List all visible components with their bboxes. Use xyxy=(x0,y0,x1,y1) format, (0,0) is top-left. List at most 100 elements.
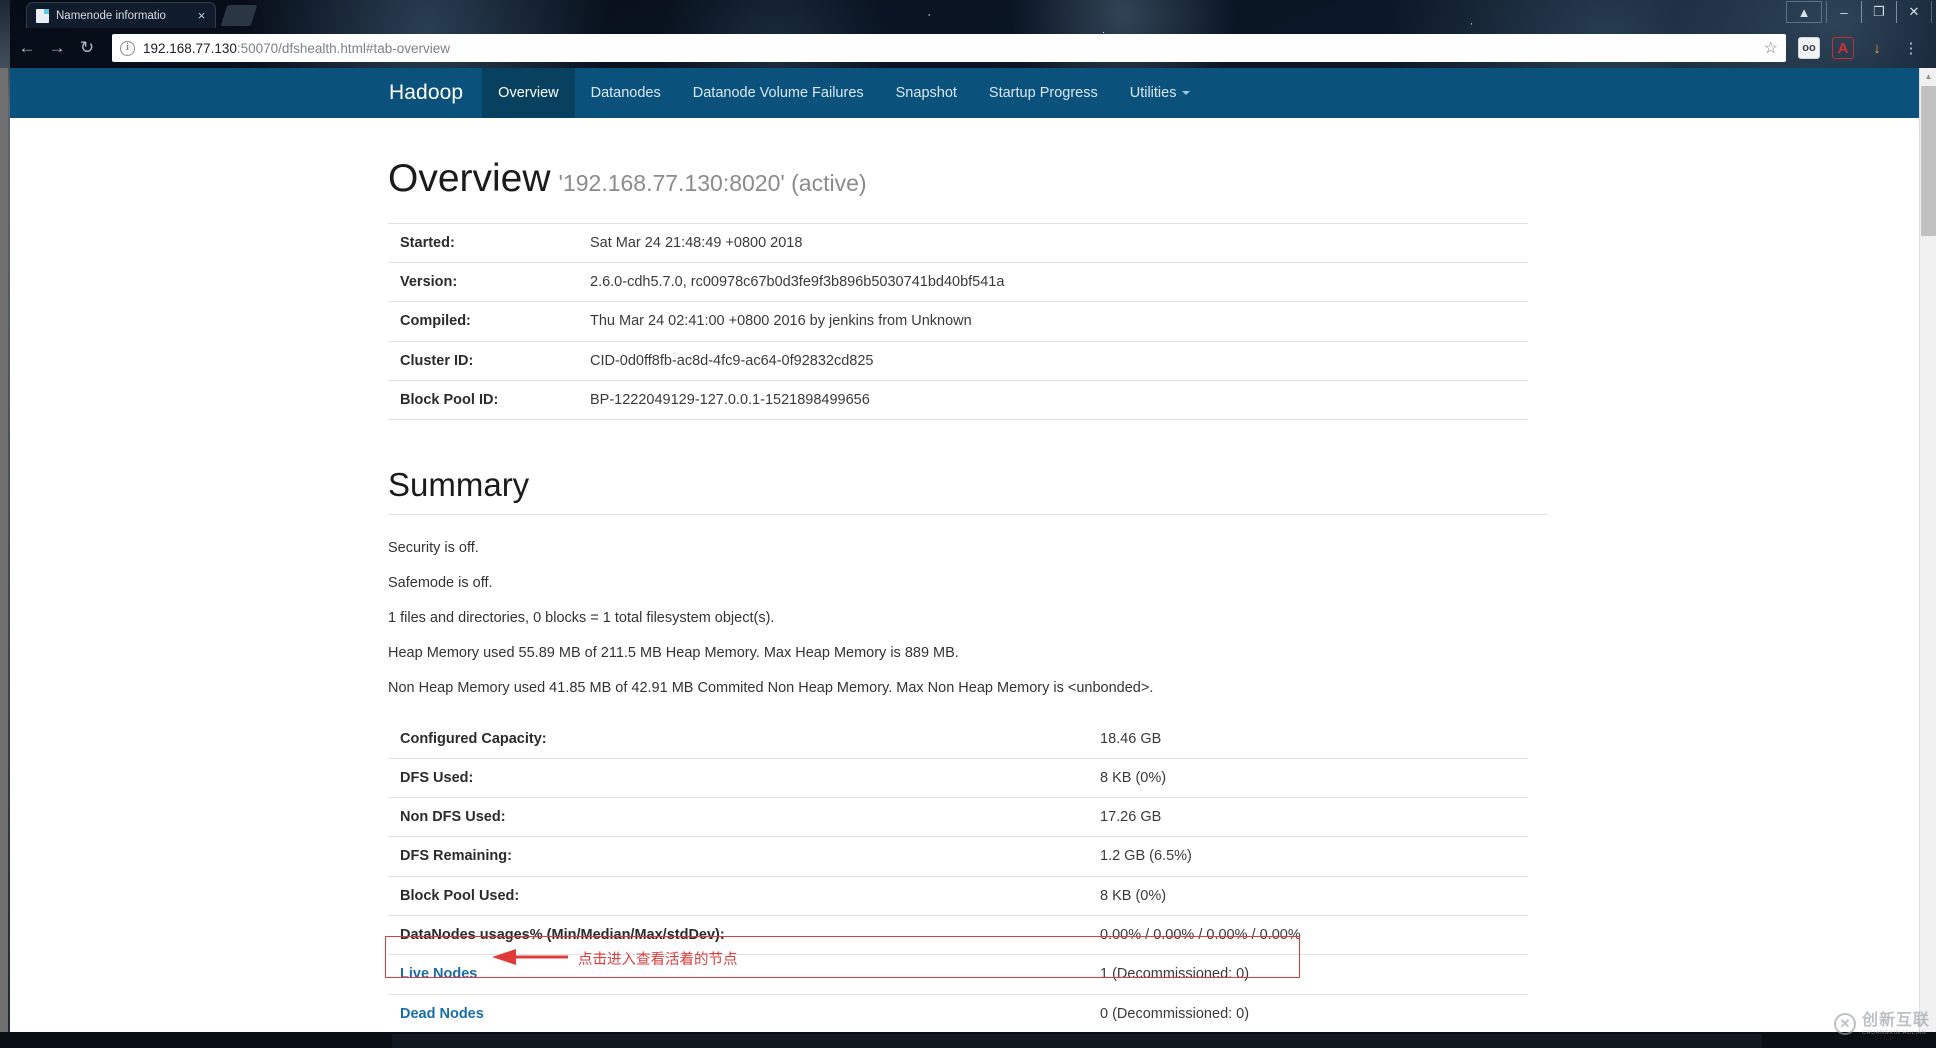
browser-tab[interactable]: Namenode informatio × xyxy=(26,2,216,28)
reload-icon[interactable]: ↻ xyxy=(72,33,102,63)
minimize-button[interactable]: – xyxy=(1826,1,1862,23)
url-host: 192.168.77.130 xyxy=(143,40,237,56)
tab-title: Namenode informatio xyxy=(56,9,166,22)
bookmark-star-icon[interactable]: ☆ xyxy=(1764,38,1778,58)
nav-item-overview[interactable]: Overview xyxy=(482,68,575,118)
nav-item-startup-progress[interactable]: Startup Progress xyxy=(973,68,1114,118)
dead-nodes-link[interactable]: Dead Nodes xyxy=(400,1006,484,1022)
close-tab-icon[interactable]: × xyxy=(194,8,209,23)
browser-menu-icon[interactable]: ⋮ xyxy=(1900,37,1922,59)
nav-item-utilities[interactable]: Utilities xyxy=(1114,68,1207,118)
summary-key-dfs-used: DFS Used: xyxy=(388,758,1088,799)
overview-value-cluster-id: CID-0d0ff8fb-ac8d-4fc9-ac64-0f92832cd825 xyxy=(578,341,1528,382)
table-row: DFS Used: 8 KB (0%) xyxy=(388,758,1528,799)
annotation-text: 点击进入查看活着的节点 xyxy=(578,952,738,968)
page-favicon-icon xyxy=(36,8,49,23)
forward-icon[interactable]: → xyxy=(42,33,72,63)
address-bar[interactable]: i 192.168.77.130:50070/dfshealth.html#ta… xyxy=(112,34,1786,62)
summary-text-block: Security is off. Safemode is off. 1 file… xyxy=(388,539,1548,697)
summary-line-heap-memory: Heap Memory used 55.89 MB of 211.5 MB He… xyxy=(388,644,959,661)
navbar-brand[interactable]: Hadoop xyxy=(370,68,482,118)
page-title-subtitle: '192.168.77.130:8020' (active) xyxy=(558,170,867,196)
close-window-button[interactable]: ✕ xyxy=(1896,1,1932,23)
extension-oo-icon[interactable]: oo xyxy=(1798,37,1820,59)
nav-label-snapshot: Snapshot xyxy=(895,85,957,101)
overview-value-version: 2.6.0-cdh5.7.0, rc00978c67b0d3fe9f3b896b… xyxy=(578,262,1528,303)
page-scrollbar[interactable]: ▲ xyxy=(1919,68,1936,1048)
maximize-button[interactable]: ❐ xyxy=(1861,1,1897,23)
summary-key-non-dfs-used: Non DFS Used: xyxy=(388,797,1088,838)
overview-key-compiled: Compiled: xyxy=(388,301,578,342)
table-row: DFS Remaining: 1.2 GB (6.5%) xyxy=(388,836,1528,877)
browser-window: Namenode informatio × ▲ – ❐ ✕ ← → ↻ i 19… xyxy=(0,0,1936,1048)
overview-key-cluster-id: Cluster ID: xyxy=(388,341,578,382)
table-row: Dead Nodes 0 (Decommissioned: 0) xyxy=(388,994,1528,1034)
extension-icons: oo A ↓ ⋮ xyxy=(1798,37,1922,59)
scroll-up-icon[interactable]: ▲ xyxy=(1920,68,1936,85)
summary-key-block-pool-used: Block Pool Used: xyxy=(388,876,1088,917)
summary-value-dfs-used: 8 KB (0%) xyxy=(1088,758,1528,799)
summary-line-filesystem-objects: 1 files and directories, 0 blocks = 1 to… xyxy=(388,610,775,626)
overview-table: Started: Sat Mar 24 21:48:49 +0800 2018 … xyxy=(388,222,1528,421)
hadoop-navbar: Hadoop Overview Datanodes Datanode Volum… xyxy=(0,68,1919,118)
back-icon[interactable]: ← xyxy=(12,33,42,63)
table-row: Configured Capacity: 18.46 GB xyxy=(388,719,1528,759)
summary-key-configured-capacity: Configured Capacity: xyxy=(388,719,1088,759)
overview-value-block-pool-id: BP-1222049129-127.0.0.1-1521898499656 xyxy=(578,380,1528,421)
chevron-down-icon xyxy=(1182,91,1191,95)
overview-value-started: Sat Mar 24 21:48:49 +0800 2018 xyxy=(578,223,1528,264)
summary-key-dead-nodes: Dead Nodes xyxy=(388,994,1088,1034)
extension-download-icon[interactable]: ↓ xyxy=(1866,37,1888,59)
annotation-arrow-icon xyxy=(492,949,568,965)
watermark-chinese: 创新互联 xyxy=(1861,1011,1930,1029)
taskbar-strip xyxy=(392,1034,1762,1048)
nav-item-datanodes[interactable]: Datanodes xyxy=(575,68,677,118)
nav-label-datanodes: Datanodes xyxy=(590,85,661,101)
overview-key-block-pool-id: Block Pool ID: xyxy=(388,380,578,421)
summary-table: Configured Capacity: 18.46 GB DFS Used: … xyxy=(388,719,1528,1048)
nav-label-datanode-volume-failures: Datanode Volume Failures xyxy=(692,85,864,101)
url-text: 192.168.77.130:50070/dfshealth.html#tab-… xyxy=(143,41,1758,56)
summary-line-safemode: Safemode is off. xyxy=(388,575,493,592)
scrollbar-thumb[interactable] xyxy=(1921,86,1936,236)
table-row: Started: Sat Mar 24 21:48:49 +0800 2018 xyxy=(388,223,1528,264)
summary-value-configured-capacity: 18.46 GB xyxy=(1088,719,1528,759)
summary-key-dfs-remaining: DFS Remaining: xyxy=(388,836,1088,877)
page-viewport: Hadoop Overview Datanodes Datanode Volum… xyxy=(0,68,1936,1048)
page-title-main: Overview xyxy=(388,157,551,200)
nav-label-overview: Overview xyxy=(498,85,559,101)
site-info-icon[interactable]: i xyxy=(120,40,135,56)
new-tab-button[interactable] xyxy=(220,5,258,26)
overview-key-started: Started: xyxy=(388,223,578,264)
url-path: :50070/dfshealth.html#tab-overview xyxy=(236,40,450,56)
overview-key-version: Version: xyxy=(388,262,578,303)
nav-label-startup-progress: Startup Progress xyxy=(988,85,1098,101)
table-row: Non DFS Used: 17.26 GB xyxy=(388,797,1528,838)
table-row: Block Pool Used: 8 KB (0%) xyxy=(388,876,1528,917)
user-profile-icon[interactable]: ▲ xyxy=(1786,1,1822,23)
browser-toolbar: ← → ↻ i 192.168.77.130:50070/dfshealth.h… xyxy=(0,28,1936,68)
summary-value-dead-nodes: 0 (Decommissioned: 0) xyxy=(1088,994,1528,1034)
window-left-border xyxy=(0,68,8,1048)
summary-line-non-heap-memory: Non Heap Memory used 41.85 MB of 42.91 M… xyxy=(388,679,1154,696)
nav-label-utilities: Utilities xyxy=(1129,85,1177,101)
table-row: Compiled: Thu Mar 24 02:41:00 +0800 2016… xyxy=(388,301,1528,342)
window-controls: ▲ – ❐ ✕ xyxy=(1786,1,1932,23)
summary-value-non-dfs-used: 17.26 GB xyxy=(1088,797,1528,838)
nav-item-datanode-volume-failures[interactable]: Datanode Volume Failures xyxy=(677,68,880,118)
watermark: ✕ 创新互联 CHUANGXIN HULIAN xyxy=(1833,1011,1930,1037)
nav-item-snapshot[interactable]: Snapshot xyxy=(880,68,973,118)
summary-value-block-pool-used: 8 KB (0%) xyxy=(1088,876,1528,917)
live-nodes-link[interactable]: Live Nodes xyxy=(400,966,477,982)
page-title: Overview '192.168.77.130:8020' (active) xyxy=(388,157,1548,201)
summary-value-dfs-remaining: 1.2 GB (6.5%) xyxy=(1088,836,1528,877)
page-container: Overview '192.168.77.130:8020' (active) S… xyxy=(388,118,1548,1048)
extension-pdf-icon[interactable]: A xyxy=(1832,37,1854,59)
table-row: Cluster ID: CID-0d0ff8fb-ac8d-4fc9-ac64-… xyxy=(388,341,1528,382)
watermark-text: 创新互联 CHUANGXIN HULIAN xyxy=(1861,1011,1930,1037)
summary-line-security: Security is off. xyxy=(388,540,479,557)
summary-value-live-nodes: 1 (Decommissioned: 0) xyxy=(1088,954,1528,995)
summary-heading: Summary xyxy=(388,466,1548,516)
summary-value-datanodes-usages: 0.00% / 0.00% / 0.00% / 0.00% xyxy=(1088,915,1528,956)
watermark-logo-icon: ✕ xyxy=(1833,1013,1856,1036)
